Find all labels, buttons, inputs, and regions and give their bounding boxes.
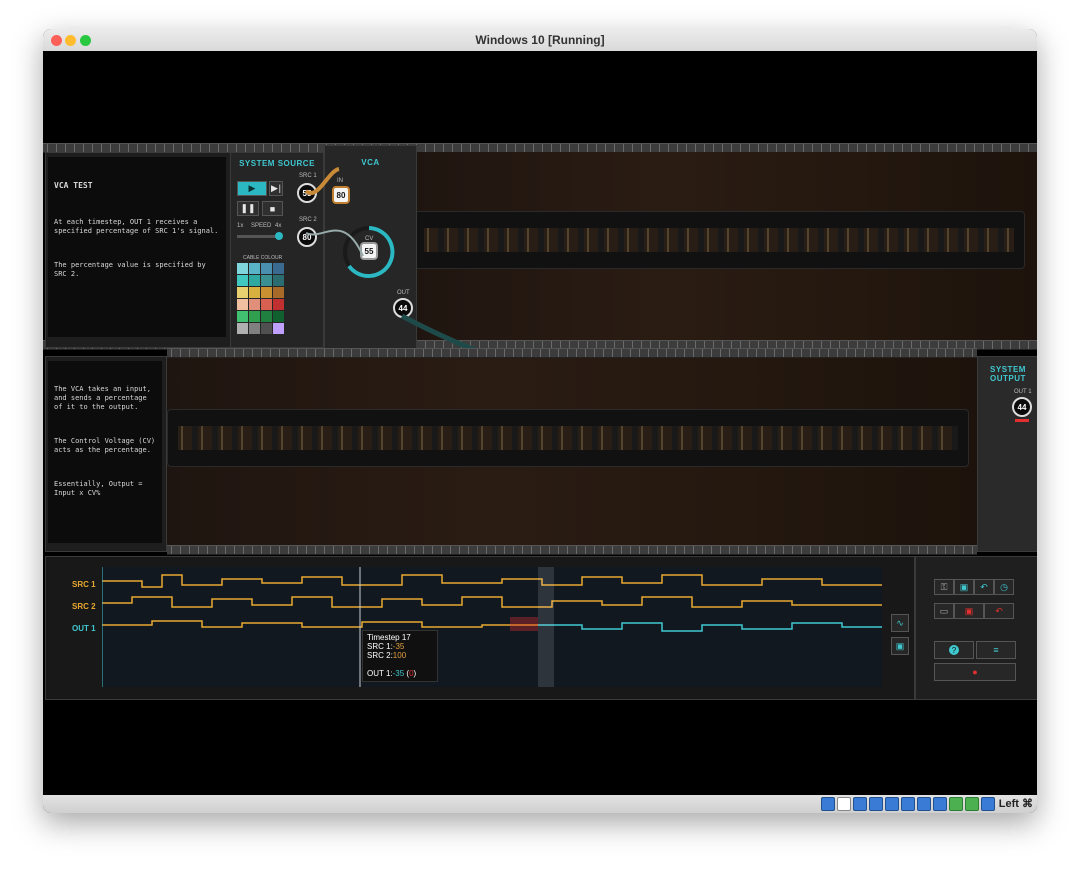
cpu-icon[interactable] [949, 797, 963, 811]
vm-status-icons [821, 797, 995, 811]
disk-icon[interactable] [821, 797, 835, 811]
reset-icon[interactable]: ↶ [984, 603, 1014, 619]
src1-channel-label: SRC 1 [72, 580, 96, 589]
help-line: Essentially, Output = Input x CV% [54, 480, 147, 497]
help-button[interactable]: ? [934, 641, 974, 659]
waveform-view-button[interactable]: ∿ [891, 614, 909, 632]
src2-channel-label: SRC 2 [72, 602, 96, 611]
window-titlebar: Windows 10 [Running] [43, 29, 1037, 52]
undo-icon[interactable]: ↶ [974, 579, 994, 595]
help-panel: The VCA takes an input, and sends a perc… [45, 356, 167, 552]
vm-window: Windows 10 [Running] VCA TEST At each ti… [43, 29, 1037, 813]
help-text: The VCA takes an input, and sends a perc… [48, 361, 162, 543]
rack-rail [167, 348, 977, 358]
help-line: The Control Voltage (CV) acts as the per… [54, 437, 160, 454]
trash-icon[interactable]: ▭ [934, 603, 954, 619]
save-icon[interactable]: ▣ [954, 579, 974, 595]
out1-label: OUT 1 [1014, 389, 1032, 395]
audio-icon[interactable] [853, 797, 867, 811]
keyboard-icon[interactable] [981, 797, 995, 811]
optical-drive-icon[interactable] [837, 797, 851, 811]
vm-statusbar: Left ⌘ [43, 795, 1037, 813]
shared-folder-icon[interactable] [901, 797, 915, 811]
system-output-module: SYSTEM OUTPUT OUT 1 44 [977, 356, 1037, 552]
host-key-label: Left ⌘ [998, 798, 1033, 810]
out1-channel-label: OUT 1 [72, 624, 96, 633]
window-title: Windows 10 [Running] [475, 33, 605, 47]
lock-icon[interactable]: ⚿ [934, 579, 954, 595]
delete-save-icon[interactable]: ▣ [954, 603, 984, 619]
usb-icon[interactable] [885, 797, 899, 811]
menu-button[interactable]: ≡ [976, 641, 1016, 659]
recording-icon[interactable] [933, 797, 947, 811]
out1-jack[interactable]: 44 [1012, 397, 1032, 417]
game-screen: VCA TEST At each timestep, OUT 1 receive… [43, 51, 1037, 795]
timeline-panel: SRC 1 SRC 2 OUT 1 Timestep 17 SRC 1:-35 … [45, 556, 915, 700]
timeline-waveforms [102, 567, 882, 687]
mouse-integration-icon[interactable] [965, 797, 979, 811]
help-line: The VCA takes an input, and sends a perc… [54, 385, 156, 411]
system-output-heading: SYSTEM OUTPUT [990, 365, 1026, 383]
record-button[interactable]: ● [934, 663, 1016, 681]
timestep-tooltip: Timestep 17 SRC 1:-35 SRC 2:100 OUT 1:-3… [362, 630, 438, 682]
out1-error-indicator [1015, 419, 1029, 422]
clock-icon[interactable]: ◷ [994, 579, 1014, 595]
save-view-button[interactable]: ▣ [891, 637, 909, 655]
rack-rail [167, 545, 977, 555]
network-icon[interactable] [869, 797, 883, 811]
control-panel: ⚿ ▣ ↶ ◷ ▭ ▣ ↶ ? ≡ ● [915, 556, 1037, 700]
patch-strip [167, 409, 969, 467]
display-icon[interactable] [917, 797, 931, 811]
